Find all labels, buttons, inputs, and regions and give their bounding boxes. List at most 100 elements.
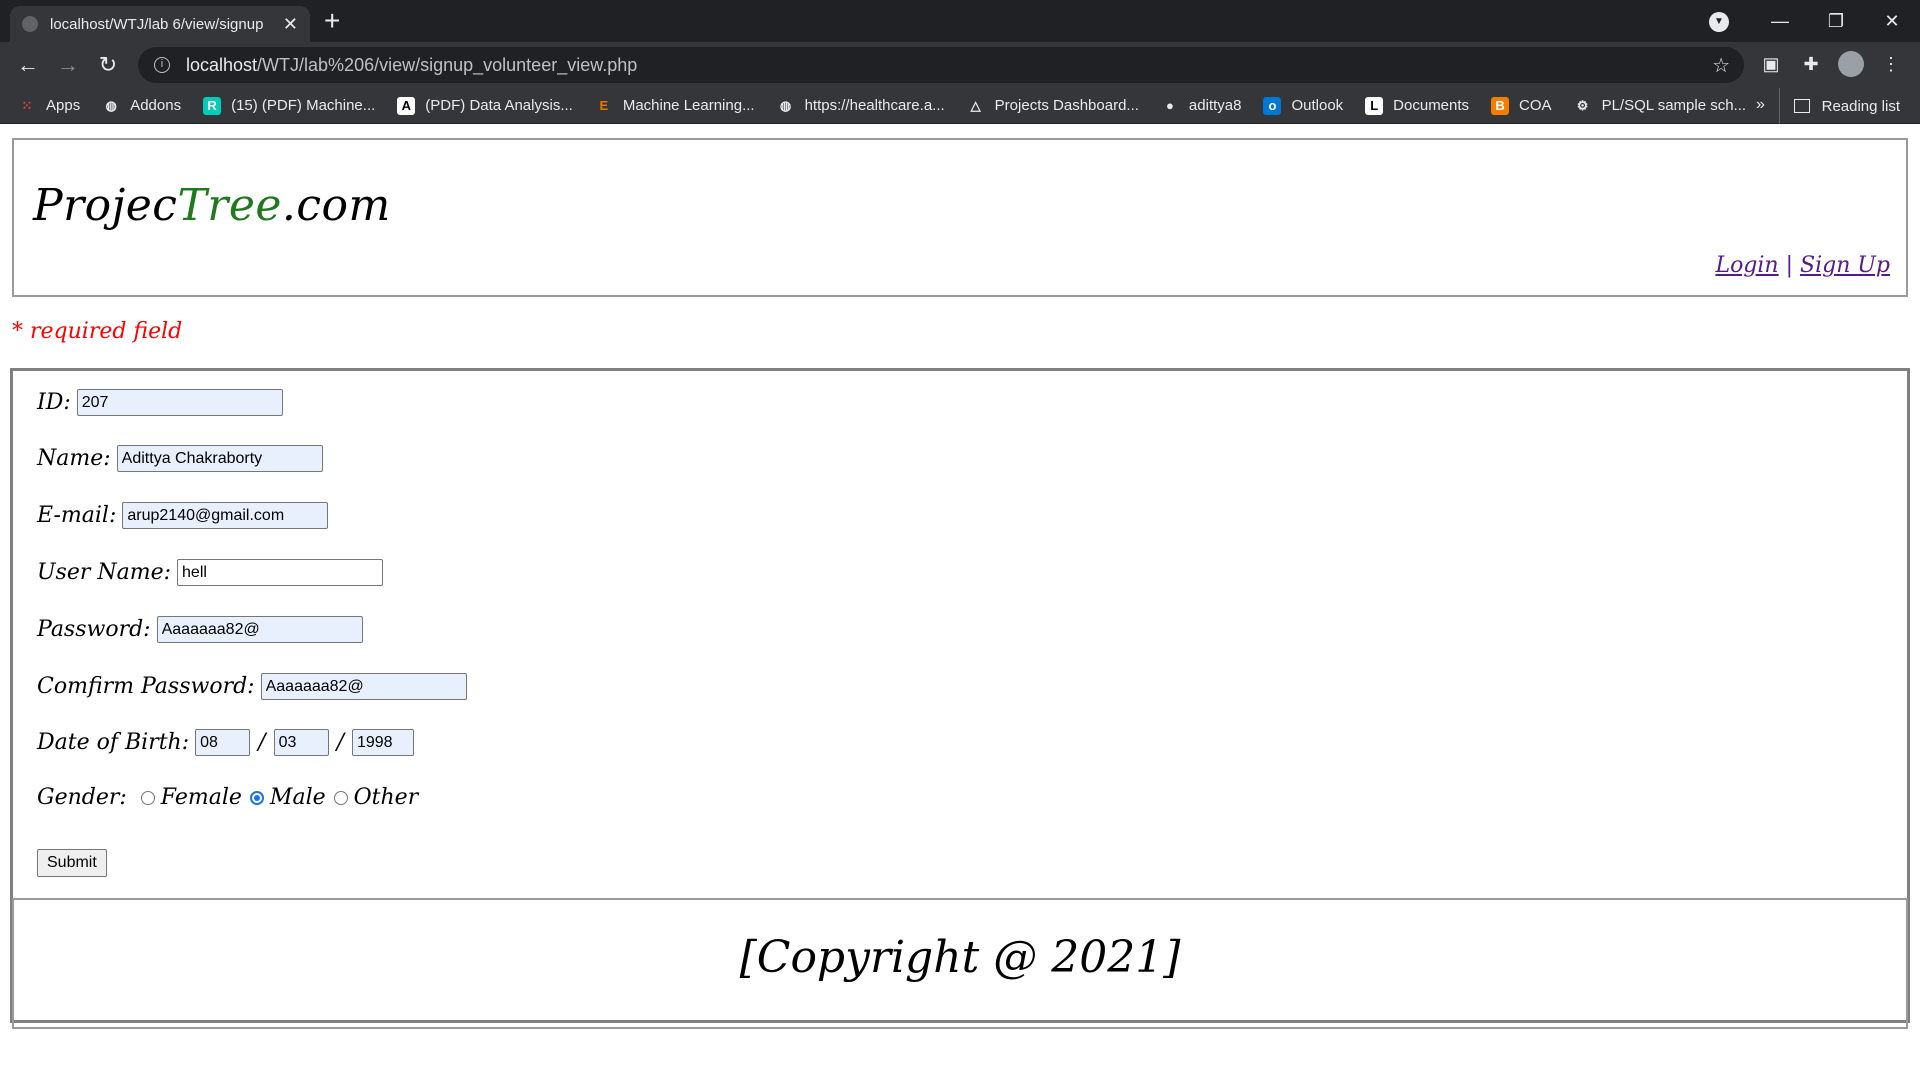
bookmark-label: Outlook: [1291, 97, 1344, 114]
gender-other-radio[interactable]: [333, 790, 348, 805]
login-link[interactable]: Login: [1715, 253, 1778, 278]
dob-separator: /: [258, 730, 266, 755]
profile-avatar[interactable]: [1838, 51, 1864, 77]
close-window-icon[interactable]: ✕: [1864, 11, 1920, 32]
bookmark-github[interactable]: ● adittya8: [1161, 97, 1241, 115]
id-row: ID:: [37, 389, 283, 416]
researchgate-icon: R: [203, 96, 222, 115]
bookmark-healthcare[interactable]: ◍ https://healthcare.a...: [777, 97, 945, 115]
bookmark-addons[interactable]: ◍ Addons: [102, 97, 182, 115]
gender-row: Gender: Female Male Other: [37, 785, 418, 810]
gender-male-label: Male: [269, 785, 326, 810]
email-label: E-mail:: [37, 503, 117, 528]
bookmark-academia[interactable]: A (PDF) Data Analysis...: [397, 96, 573, 115]
name-row: Name:: [37, 445, 323, 472]
name-label: Name:: [37, 446, 111, 471]
bookmark-label: PL/SQL sample sch...: [1601, 97, 1747, 114]
bookmark-coa[interactable]: B COA: [1491, 96, 1552, 115]
github-icon: ●: [1165, 97, 1174, 113]
gender-male-radio[interactable]: [249, 790, 264, 805]
dob-year-input[interactable]: [351, 729, 414, 756]
dob-separator: /: [336, 730, 344, 755]
url-host: localhost: [186, 54, 258, 75]
username-row: User Name:: [37, 559, 384, 586]
bookmark-label: Apps: [46, 97, 81, 114]
gender-female-radio[interactable]: [140, 790, 155, 805]
screen-capture-icon[interactable]: ▣: [1758, 54, 1784, 75]
username-input[interactable]: [177, 559, 384, 586]
bookmark-label: (PDF) Data Analysis...: [425, 97, 573, 114]
minimize-icon[interactable]: —: [1752, 11, 1808, 32]
auth-links: Login | Sign Up: [1715, 253, 1890, 278]
confirm-password-row: Comfirm Password:: [37, 673, 467, 700]
link-separator: |: [1778, 253, 1801, 278]
address-bar[interactable]: i localhost/WTJ/lab%206/view/signup_volu…: [138, 47, 1744, 83]
email-input[interactable]: [122, 502, 329, 529]
name-input[interactable]: [116, 445, 323, 472]
close-tab-icon[interactable]: ✕: [283, 14, 298, 35]
bookmark-star-icon[interactable]: ☆: [1712, 53, 1730, 78]
tab-search-icon[interactable]: ▼: [1709, 12, 1729, 32]
logo-text-projec: Projec: [33, 180, 178, 231]
forward-icon[interactable]: →: [48, 52, 88, 78]
reading-list-label: Reading list: [1821, 97, 1900, 115]
bookmark-apps[interactable]: ⁙ Apps: [18, 97, 81, 115]
required-field-note: * required field: [12, 319, 183, 344]
bookmarks-bar: ⁙ Apps ◍ Addons R (15) (PDF) Machine... A (P…: [0, 88, 1920, 124]
restore-icon[interactable]: ❐: [1808, 11, 1864, 32]
bookmark-label: (15) (PDF) Machine...: [231, 97, 376, 114]
email-row: E-mail:: [37, 502, 329, 529]
id-label: ID:: [37, 390, 71, 415]
dob-day-input[interactable]: [195, 729, 251, 756]
menu-dots-icon[interactable]: ⋮: [1878, 54, 1904, 75]
id-input[interactable]: [76, 389, 283, 416]
bookmark-label: https://healthcare.a...: [804, 97, 945, 114]
logo-text-com: .com: [281, 180, 391, 231]
username-label: User Name:: [37, 560, 172, 585]
reading-list-icon: [1793, 99, 1810, 113]
new-tab-icon[interactable]: +: [324, 6, 340, 36]
reload-icon[interactable]: ↻: [88, 52, 128, 78]
bookmark-projects-dashboard[interactable]: △ Projects Dashboard...: [967, 97, 1139, 115]
url-path: /WTJ/lab%206/view/signup_volunteer_view.…: [257, 54, 638, 75]
page-content: ProjecTree.com Login | Sign Up * require…: [0, 125, 1920, 1080]
browser-tab[interactable]: localhost/WTJ/lab 6/view/signup ✕: [10, 6, 310, 42]
copyright-text: [Copyright @ 2021]: [739, 932, 1181, 983]
e-logo-icon: E: [599, 97, 609, 113]
site-header: ProjecTree.com Login | Sign Up: [12, 138, 1908, 297]
logo-text-tree: Tree: [177, 180, 282, 231]
bookmark-machine-learning[interactable]: E Machine Learning...: [595, 97, 755, 115]
site-info-icon[interactable]: i: [154, 57, 170, 73]
sql-icon: ⚙: [1576, 97, 1589, 113]
bookmark-outlook[interactable]: o Outlook: [1263, 96, 1344, 115]
tab-title: localhost/WTJ/lab 6/view/signup: [50, 15, 264, 33]
url-text: localhost/WTJ/lab%206/view/signup_volunt…: [186, 55, 637, 76]
dashboard-icon: △: [970, 97, 981, 113]
bookmark-researchgate[interactable]: R (15) (PDF) Machine...: [203, 96, 376, 115]
reading-list-button[interactable]: Reading list: [1778, 88, 1900, 124]
bookmark-documents[interactable]: L Documents: [1365, 96, 1470, 115]
password-label: Password:: [37, 617, 151, 642]
outlook-icon: o: [1263, 96, 1282, 115]
signup-link[interactable]: Sign Up: [1800, 253, 1890, 278]
submit-button[interactable]: Submit: [37, 849, 107, 877]
gender-label: Gender:: [37, 785, 127, 810]
confirm-password-input[interactable]: [260, 673, 467, 700]
extensions-area: ▣ ✚ ⋮: [1758, 51, 1904, 77]
site-footer: [Copyright @ 2021]: [12, 898, 1908, 1029]
more-bookmarks-icon[interactable]: »: [1756, 96, 1765, 114]
bookmark-label: Documents: [1393, 97, 1470, 114]
back-icon[interactable]: ←: [8, 52, 48, 78]
confirm-password-label: Comfirm Password:: [37, 674, 255, 699]
globe-icon: ◍: [779, 97, 792, 113]
browser-toolbar: ← → ↻ i localhost/WTJ/lab%206/view/signu…: [0, 42, 1920, 88]
gender-other-label: Other: [353, 785, 419, 810]
bookmark-plsql[interactable]: ⚙ PL/SQL sample sch...: [1574, 97, 1747, 115]
dob-month-input[interactable]: [273, 729, 329, 756]
bookmark-label: Addons: [130, 97, 182, 114]
bookmark-label: Machine Learning...: [622, 97, 755, 114]
tab-strip: localhost/WTJ/lab 6/view/signup ✕ + ▼ — …: [0, 0, 1920, 42]
gender-female-label: Female: [160, 785, 242, 810]
extensions-puzzle-icon[interactable]: ✚: [1798, 54, 1824, 75]
password-input[interactable]: [156, 616, 363, 643]
